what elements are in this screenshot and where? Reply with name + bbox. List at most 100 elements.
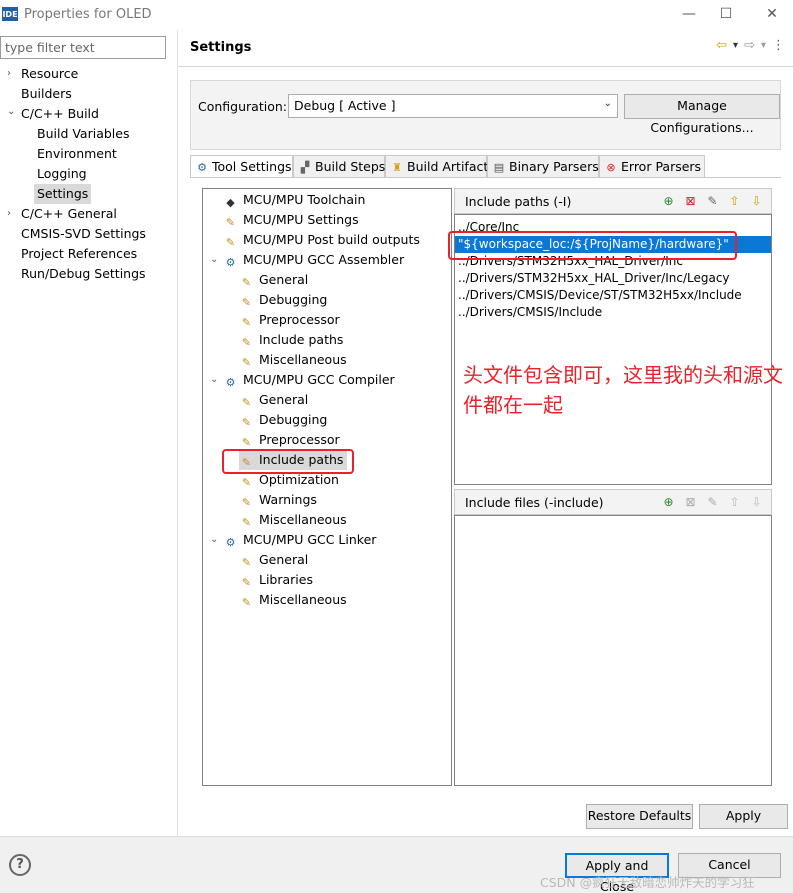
minimize-button[interactable]: — — [679, 4, 699, 24]
move-up-icon[interactable]: ⇧ — [726, 494, 743, 511]
tree-item-asm-debugging[interactable]: ✎ Debugging — [239, 290, 327, 310]
move-down-icon[interactable]: ⇩ — [748, 494, 765, 511]
move-up-icon[interactable]: ⇧ — [726, 193, 743, 210]
pane-divider[interactable] — [177, 30, 178, 836]
nav-item-build-variables[interactable]: Build Variables — [37, 124, 129, 144]
nav-toolbar: ⇦ ▾ ⇨ ▾ ⋮ — [716, 38, 785, 53]
tree-item-assembler[interactable]: ⚙ MCU/MPU GCC Assembler — [223, 250, 405, 270]
apply-button[interactable]: Apply — [699, 804, 788, 829]
tab-label: Build Artifact — [407, 159, 489, 174]
include-paths-header: Include paths (-I) ⊕ ⊠ ✎ ⇧ ⇩ — [454, 188, 772, 214]
expand-arrow-icon[interactable]: › — [7, 64, 17, 84]
tool-icon: ✎ — [241, 476, 252, 489]
edit-icon[interactable]: ✎ — [704, 193, 721, 210]
highlight-box — [448, 231, 737, 260]
tree-item-ld-general[interactable]: ✎ General — [239, 550, 308, 570]
chevron-down-icon: ⌄ — [603, 98, 612, 109]
tool-icon: ✎ — [241, 516, 252, 529]
tab-build-artifact[interactable]: ♜ Build Artifact — [385, 155, 489, 177]
tab-build-steps[interactable]: ▞ Build Steps — [293, 155, 385, 177]
collapse-arrow-icon[interactable]: ⌄ — [210, 530, 218, 550]
expand-arrow-icon[interactable]: › — [7, 204, 17, 224]
nav-item-cpp-general[interactable]: C/C++ General — [21, 204, 117, 224]
include-paths-title: Include paths (-I) — [465, 194, 572, 209]
tree-item-cc-debugging[interactable]: ✎ Debugging — [239, 410, 327, 430]
configuration-select[interactable]: Debug [ Active ] ⌄ — [288, 94, 618, 118]
tool-icon: ✎ — [241, 496, 252, 509]
tab-binary-parsers[interactable]: ▤ Binary Parsers — [487, 155, 599, 177]
tree-item-asm-preprocessor[interactable]: ✎ Preprocessor — [239, 310, 340, 330]
nav-item-cmsis-svd[interactable]: CMSIS-SVD Settings — [21, 224, 146, 244]
tool-icon: ✎ — [241, 556, 252, 569]
tree-item-mcu-settings[interactable]: ✎ MCU/MPU Settings — [223, 210, 359, 230]
help-icon[interactable]: ? — [9, 854, 31, 876]
tree-item-cc-general[interactable]: ✎ General — [239, 390, 308, 410]
tree-item-cc-warnings[interactable]: ✎ Warnings — [239, 490, 317, 510]
tab-label: Tool Settings — [212, 159, 292, 174]
nav-item-settings[interactable]: Settings — [34, 184, 92, 204]
restore-defaults-button[interactable]: Restore Defaults — [586, 804, 693, 829]
header-separator — [178, 66, 793, 67]
nav-item-logging[interactable]: Logging — [37, 164, 87, 184]
maximize-button[interactable]: ☐ — [716, 4, 736, 24]
delete-icon[interactable]: ⊠ — [682, 193, 699, 210]
add-icon[interactable]: ⊕ — [660, 193, 677, 210]
collapse-arrow-icon[interactable]: ⌄ — [210, 250, 218, 270]
collapse-arrow-icon[interactable]: ⌄ — [210, 370, 218, 390]
tab-tool-settings[interactable]: ⚙ Tool Settings — [190, 155, 293, 178]
back-icon[interactable]: ⇦ — [716, 38, 727, 53]
app-icon: IDE — [2, 7, 18, 21]
tab-error-parsers[interactable]: ⊗ Error Parsers — [599, 155, 705, 177]
tree-item-cc-preprocessor[interactable]: ✎ Preprocessor — [239, 430, 340, 450]
tab-label: Error Parsers — [621, 159, 702, 174]
file-icon: ▤ — [493, 161, 505, 174]
tool-settings-tree[interactable]: ◆ MCU/MPU Toolchain ✎ MCU/MPU Settings ✎ MC… — [202, 188, 452, 786]
tree-item-ld-libraries[interactable]: ✎ Libraries — [239, 570, 313, 590]
tree-item-linker[interactable]: ⚙ MCU/MPU GCC Linker — [223, 530, 377, 550]
tree-item-asm-misc[interactable]: ✎ Miscellaneous — [239, 350, 347, 370]
tool-icon: ✎ — [241, 576, 252, 589]
nav-item-cpp-build[interactable]: C/C++ Build — [21, 104, 99, 124]
tree-item-post-build[interactable]: ✎ MCU/MPU Post build outputs — [223, 230, 420, 250]
tree-item-asm-general[interactable]: ✎ General — [239, 270, 308, 290]
highlight-box — [222, 449, 354, 474]
tool-icon: ✎ — [241, 316, 252, 329]
list-item[interactable]: ../Drivers/CMSIS/Device/ST/STM32H5xx/Inc… — [455, 287, 771, 304]
configuration-label: Configuration: — [198, 99, 287, 114]
tree-item-cc-misc[interactable]: ✎ Miscellaneous — [239, 510, 347, 530]
page-title: Settings — [190, 40, 252, 55]
nav-item-builders[interactable]: Builders — [21, 84, 72, 104]
steps-icon: ▞ — [300, 161, 310, 174]
back-dropdown-icon[interactable]: ▾ — [733, 40, 738, 51]
close-button[interactable]: ✕ — [762, 4, 782, 24]
tree-item-asm-include-paths[interactable]: ✎ Include paths — [239, 330, 344, 350]
add-icon[interactable]: ⊕ — [660, 494, 677, 511]
forward-dropdown-icon[interactable]: ▾ — [761, 40, 766, 51]
tool-icon: ✎ — [241, 416, 252, 429]
tree-item-compiler[interactable]: ⚙ MCU/MPU GCC Compiler — [223, 370, 395, 390]
nav-item-environment[interactable]: Environment — [37, 144, 117, 164]
trophy-icon: ♜ — [392, 161, 402, 174]
move-down-icon[interactable]: ⇩ — [748, 193, 765, 210]
gear-icon: ⚙ — [225, 536, 236, 549]
collapse-arrow-icon[interactable]: ⌄ — [7, 102, 17, 122]
tool-icon: ✎ — [241, 596, 252, 609]
list-item[interactable]: ../Drivers/CMSIS/Include — [455, 304, 771, 321]
view-menu-icon[interactable]: ⋮ — [772, 38, 785, 53]
include-files-list[interactable] — [454, 515, 772, 786]
delete-icon[interactable]: ⊠ — [682, 494, 699, 511]
tree-item-ld-misc[interactable]: ✎ Miscellaneous — [239, 590, 347, 610]
filter-input[interactable] — [0, 36, 166, 59]
include-paths-toolbar: ⊕ ⊠ ✎ ⇧ ⇩ — [660, 193, 765, 210]
nav-item-run-debug[interactable]: Run/Debug Settings — [21, 264, 146, 284]
tree-item-toolchain[interactable]: ◆ MCU/MPU Toolchain — [223, 190, 365, 210]
forward-icon[interactable]: ⇨ — [744, 38, 755, 53]
manage-configurations-button[interactable]: Manage Configurations... — [624, 94, 780, 135]
edit-icon[interactable]: ✎ — [704, 494, 721, 511]
annotation-text: 头文件包含即可，这里我的头和源文件都在一起 — [463, 363, 783, 417]
include-files-toolbar: ⊕ ⊠ ✎ ⇧ ⇩ — [660, 494, 765, 511]
nav-item-resource[interactable]: Resource — [21, 64, 78, 84]
nav-item-project-references[interactable]: Project References — [21, 244, 137, 264]
tabs-baseline — [190, 177, 781, 178]
list-item[interactable]: ../Drivers/STM32H5xx_HAL_Driver/Inc/Lega… — [455, 270, 771, 287]
